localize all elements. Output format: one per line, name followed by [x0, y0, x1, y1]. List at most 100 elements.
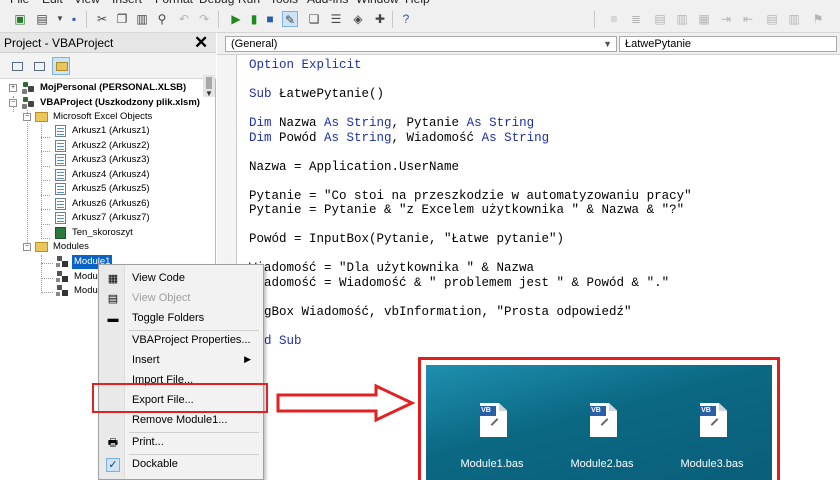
reset-icon[interactable]: ■: [262, 11, 278, 27]
close-icon[interactable]: ✕: [194, 33, 208, 53]
menu-item-remove-module1[interactable]: Remove Module1...: [99, 411, 263, 431]
sheet-icon: [55, 212, 66, 224]
code-text: Pytanie = "Co stoi na przeszkodzie w aut…: [249, 188, 692, 203]
menu-item-toggle-folders[interactable]: ▬ Toggle Folders: [99, 309, 263, 329]
code-line[interactable]: Pytanie = Pytanie & "z Excelem użytkowni…: [249, 203, 684, 218]
indent-icon[interactable]: ⇥: [718, 11, 734, 27]
collapse-icon[interactable]: −: [9, 99, 17, 107]
code-line[interactable]: Powód = InputBox(Pytanie, "Łatwe pytanie…: [249, 232, 564, 247]
tree-item-sheet[interactable]: Arkusz3 (Arkusz3): [0, 153, 216, 167]
code-line[interactable]: Sub ŁatwePytanie(): [249, 87, 384, 102]
view-code-button[interactable]: [8, 57, 26, 75]
toggle-folders-button[interactable]: [52, 57, 70, 75]
expand-icon[interactable]: +: [9, 84, 17, 92]
code-line[interactable]: MsgBox Wiadomość, vbInformation, "Prosta…: [249, 305, 632, 320]
design-mode-icon[interactable]: ✎: [282, 11, 298, 27]
menu-item-label: Dockable: [132, 458, 178, 470]
paste-icon[interactable]: ▥: [134, 11, 150, 27]
run-icon[interactable]: ▶: [228, 11, 244, 27]
tree-item-sheet[interactable]: Arkusz1 (Arkusz1): [0, 124, 216, 138]
collapse-icon[interactable]: −: [23, 243, 31, 251]
menu-item-view-object[interactable]: ▤ View Object: [99, 289, 263, 309]
tree-folder-modules[interactable]: − Modules: [0, 240, 216, 254]
menu-item-dockable[interactable]: ✓ Dockable: [99, 455, 263, 475]
menu-item-view-code[interactable]: ▦ View Code: [99, 269, 263, 289]
check-icon: ✓: [106, 458, 120, 472]
object-combobox[interactable]: (General) ▼: [225, 36, 617, 52]
submenu-arrow-icon: ▶: [244, 354, 251, 364]
exported-file[interactable]: VB Module1.bas: [452, 403, 532, 473]
tree-folder-excel-objects[interactable]: − Microsoft Excel Objects: [0, 110, 216, 124]
code-line[interactable]: Wiadomość = Wiadomość & " problemem jest…: [249, 276, 669, 291]
outdent-icon[interactable]: ⇤: [740, 11, 756, 27]
object-browser-icon[interactable]: ◈: [350, 11, 366, 27]
position-readout: [420, 11, 436, 27]
tree-label: Ten_skoroszyt: [72, 227, 133, 238]
menu-item-print[interactable]: 🖶 Print...: [99, 433, 263, 453]
procedure-combobox[interactable]: ŁatwePytanie: [619, 36, 837, 52]
code-line[interactable]: Nazwa = Application.UserName: [249, 160, 459, 175]
bookmark-icon[interactable]: ⚑: [810, 11, 826, 27]
code-text: Powód = InputBox(Pytanie, "Łatwe pytanie…: [249, 232, 565, 246]
code-icon: [12, 62, 23, 71]
file-name: Module1.bas: [460, 458, 524, 470]
collapse-icon[interactable]: −: [23, 113, 31, 121]
code-line[interactable]: Wiadomość = "Dla użytkownika " & Nazwa: [249, 261, 534, 276]
exported-file[interactable]: VB Module2.bas: [562, 403, 642, 473]
menu-item-label: View Code: [132, 272, 185, 284]
sheet-icon: [55, 198, 66, 210]
tree-item-sheet[interactable]: Arkusz7 (Arkusz7): [0, 211, 216, 225]
tree-item-workbook[interactable]: Ten_skoroszyt: [0, 226, 216, 240]
project-explorer-icon[interactable]: ❏: [306, 11, 322, 27]
tree-label: Arkusz6 (Arkusz6): [72, 198, 150, 209]
menu-item-insert[interactable]: Insert ▶: [99, 351, 263, 371]
menu-item-hide[interactable]: Hide: [99, 475, 263, 479]
break-icon[interactable]: ▮: [246, 11, 262, 27]
tree-label: Modules: [53, 241, 89, 252]
edit-toolbar-icon-4[interactable]: ▥: [674, 11, 690, 27]
code-line[interactable]: Option Explicit: [249, 58, 362, 73]
vba-project-icon: [22, 82, 35, 94]
tree-item-sheet[interactable]: Arkusz4 (Arkusz4): [0, 168, 216, 182]
sheet-icon: [55, 169, 66, 181]
code-line[interactable]: Dim Powód As String, Wiadomość As String: [249, 131, 549, 146]
code-icon: ▦: [107, 273, 119, 285]
toolbox-icon[interactable]: ✚: [372, 11, 388, 27]
tree-project-vbaproject[interactable]: − VBAProject (Uszkodzony plik.xlsm): [0, 96, 216, 110]
tree-label: Arkusz7 (Arkusz7): [72, 212, 150, 223]
save-icon[interactable]: ▪: [66, 11, 82, 27]
tree-label: Microsoft Excel Objects: [53, 111, 153, 122]
export-file-highlight: [92, 383, 268, 413]
copy-icon[interactable]: ❐: [114, 11, 130, 27]
tree-project-personal[interactable]: + MojPersonal (PERSONAL.XLSB): [0, 81, 216, 95]
properties-icon[interactable]: ☰: [328, 11, 344, 27]
cut-icon[interactable]: ✂: [94, 11, 110, 27]
comment-icon[interactable]: ▤: [764, 11, 780, 27]
edit-toolbar-icon-3[interactable]: ▤: [652, 11, 668, 27]
tree-label: Arkusz1 (Arkusz1): [72, 125, 150, 136]
main-toolbar: ▣ ▤ ▼ ▪ ✂ ❐ ▥ ⚲ ↶ ↷ ▶ ▮ ■ ✎ ❏ ☰ ◈ ✚ ? ≡ …: [0, 6, 840, 33]
uncomment-icon[interactable]: ▥: [786, 11, 802, 27]
edit-toolbar-icon-2[interactable]: ≣: [628, 11, 644, 27]
undo-icon[interactable]: ↶: [176, 11, 192, 27]
redo-icon[interactable]: ↷: [196, 11, 212, 27]
code-text: MsgBox Wiadomość, vbInformation, "Prosta…: [249, 304, 632, 319]
insert-userform-icon[interactable]: ▤: [34, 11, 50, 27]
chevron-down-icon[interactable]: ▼: [603, 37, 612, 51]
procedure-combobox-value: ŁatwePytanie: [625, 38, 692, 50]
tree-item-sheet[interactable]: Arkusz6 (Arkusz6): [0, 197, 216, 211]
code-line[interactable]: Pytanie = "Co stoi na przeszkodzie w aut…: [249, 189, 692, 204]
edit-toolbar-icon-5[interactable]: ▦: [696, 11, 712, 27]
edit-toolbar-icon-1[interactable]: ≡: [606, 11, 622, 27]
find-icon[interactable]: ⚲: [154, 11, 170, 27]
excel-icon[interactable]: ▣: [12, 11, 28, 27]
tree-item-sheet[interactable]: Arkusz5 (Arkusz5): [0, 182, 216, 196]
view-object-button[interactable]: [30, 57, 48, 75]
project-explorer-toolbar: ▼: [0, 53, 216, 98]
exported-file[interactable]: VB Module3.bas: [672, 403, 752, 473]
tree-item-sheet[interactable]: Arkusz2 (Arkusz2): [0, 139, 216, 153]
help-icon[interactable]: ?: [398, 11, 414, 27]
code-line[interactable]: Dim Nazwa As String, Pytanie As String: [249, 116, 534, 131]
menu-item-vbaproject-properties[interactable]: VBAProject Properties...: [99, 331, 263, 351]
sheet-icon: [55, 140, 66, 152]
